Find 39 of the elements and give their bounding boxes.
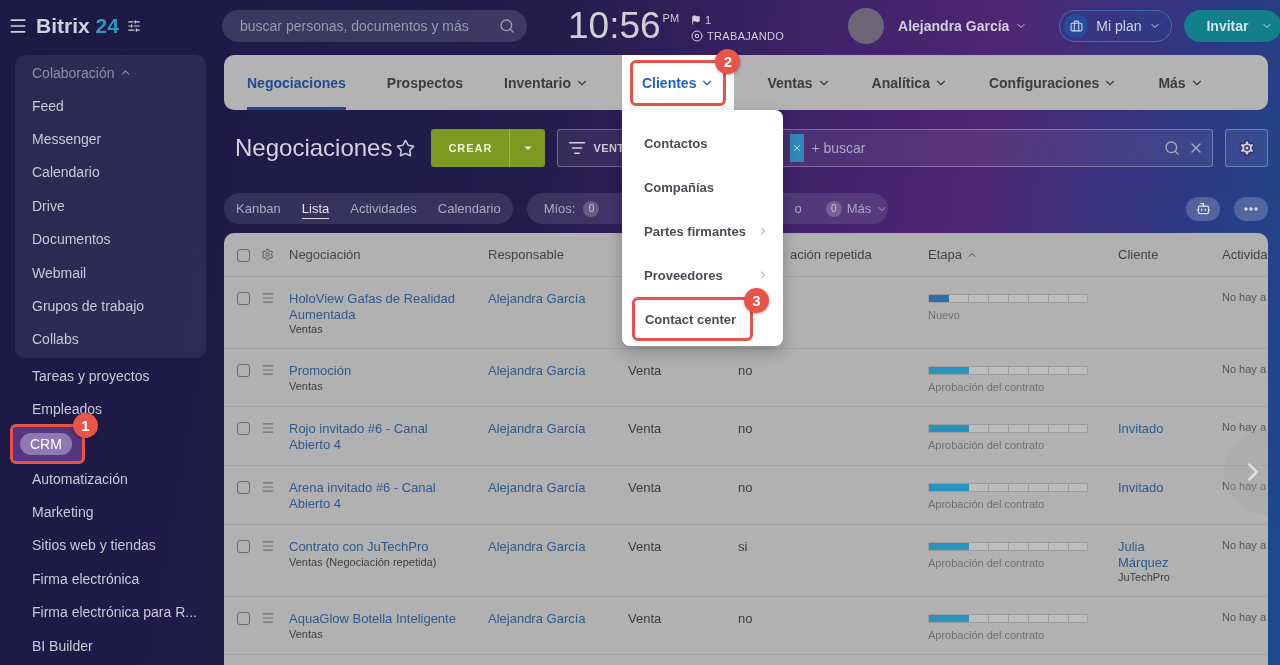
- table-cell-text: Venta: [628, 539, 663, 555]
- page-title: Negociaciones: [235, 134, 393, 162]
- table-cell-text: Venta: [628, 363, 663, 379]
- table-cell-text: Venta: [628, 421, 663, 437]
- clock-time: 10:56: [568, 6, 661, 46]
- flag-count: 1: [705, 14, 712, 26]
- table-cell-text: no: [738, 611, 754, 627]
- stage-label: Aprobación del contrato: [928, 439, 1046, 451]
- activity-text: No hay a: [1222, 539, 1268, 551]
- activity-text: No hay a: [1222, 421, 1268, 433]
- counter-count: 0: [825, 200, 842, 217]
- table-cell-text: Venta: [628, 611, 663, 627]
- table-cell-text: si: [738, 539, 749, 555]
- deal-pipeline: Ventas (Negociación repetida): [289, 555, 438, 568]
- activity-text: No hay a: [1222, 611, 1268, 623]
- counter-label: o: [794, 201, 802, 216]
- activity-text: No hay a: [1222, 291, 1268, 303]
- table-cell-text: Venta: [628, 480, 663, 496]
- clock-period: PM: [662, 12, 680, 24]
- table-cell-text: no: [738, 421, 754, 437]
- client-company: JuTechPro: [1118, 571, 1171, 583]
- stage-label: Aprobación del contrato: [928, 498, 1046, 510]
- logo: Bitrix 24: [36, 14, 119, 38]
- deal-pipeline: Ventas: [289, 323, 324, 335]
- activity-text: No hay a: [1222, 480, 1268, 492]
- deal-pipeline: Ventas: [289, 627, 324, 640]
- annotation-badge: 3: [744, 288, 769, 313]
- table-cell-text: no: [738, 363, 754, 379]
- stage-label: Aprobación del contrato: [928, 629, 1046, 641]
- annotation-badge: 2: [715, 49, 741, 74]
- stage-label: Aprobación del contrato: [928, 557, 1046, 569]
- deal-pipeline: Ventas: [289, 379, 324, 392]
- table-cell-text: no: [738, 480, 754, 496]
- activity-text: No hay a: [1222, 363, 1268, 375]
- stage-label: Nuevo: [928, 309, 961, 321]
- counter-count: 0: [583, 200, 600, 217]
- counter-label: Míos:: [543, 201, 576, 216]
- work-status: TRABAJANDO: [707, 30, 785, 42]
- stage-label: Aprobación del contrato: [928, 381, 1046, 393]
